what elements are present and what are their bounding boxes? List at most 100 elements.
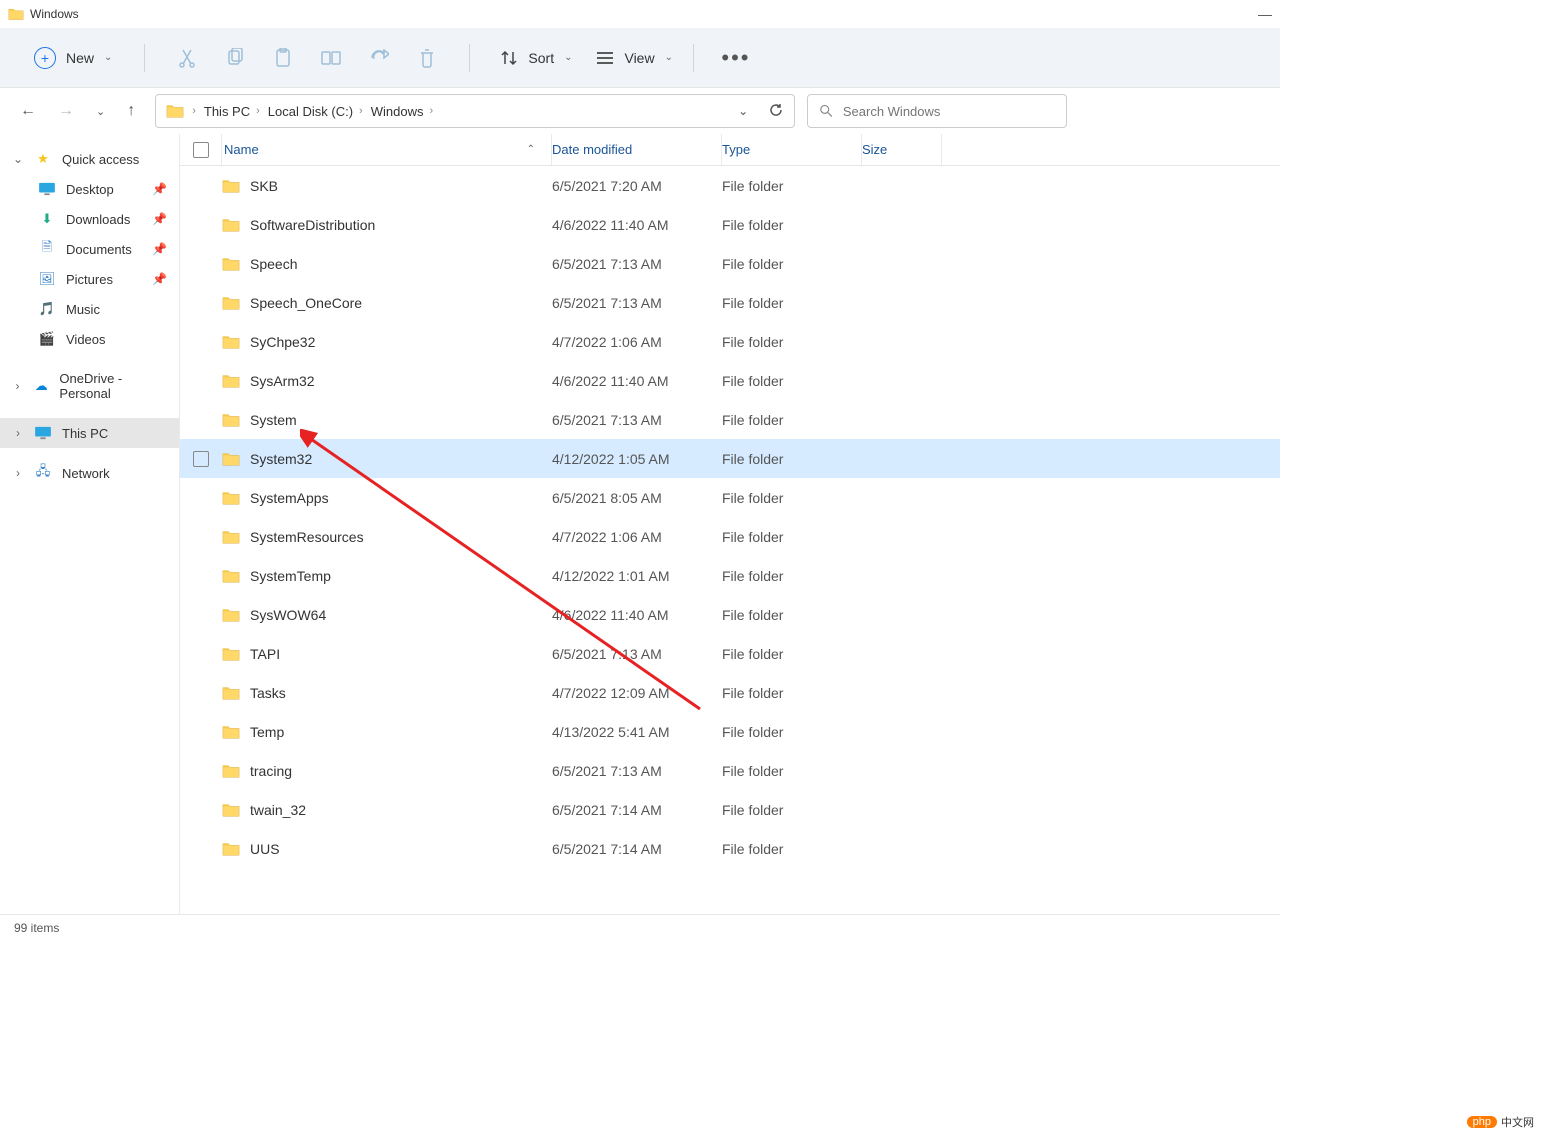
file-row[interactable]: Temp 4/13/2022 5:41 AM File folder xyxy=(180,712,1280,751)
minimize-button[interactable]: — xyxy=(1258,7,1272,21)
file-row[interactable]: SyChpe32 4/7/2022 1:06 AM File folder xyxy=(180,322,1280,361)
file-row[interactable]: System32 4/12/2022 1:05 AM File folder xyxy=(180,439,1280,478)
sidebar-item-network[interactable]: › 🖧 Network xyxy=(0,458,179,488)
header-type[interactable]: Type xyxy=(722,134,862,165)
file-type: File folder xyxy=(722,451,862,467)
file-name: Speech xyxy=(250,256,297,272)
sidebar-item-desktop[interactable]: Desktop 📌 xyxy=(0,174,179,204)
chevron-down-icon: ⌄ xyxy=(564,52,572,63)
file-row[interactable]: SystemApps 6/5/2021 8:05 AM File folder xyxy=(180,478,1280,517)
header-size[interactable]: Size xyxy=(862,134,942,165)
file-name: TAPI xyxy=(250,646,280,662)
header-name[interactable]: Name ⌃ xyxy=(222,134,552,165)
status-bar: 99 items xyxy=(0,914,1280,940)
sidebar-item-videos[interactable]: 🎬 Videos xyxy=(0,324,179,354)
file-date: 4/7/2022 1:06 AM xyxy=(552,529,722,545)
sidebar-item-onedrive[interactable]: › ☁ OneDrive - Personal xyxy=(0,364,179,408)
file-row[interactable]: Tasks 4/7/2022 12:09 AM File folder xyxy=(180,673,1280,712)
sidebar-item-label: Music xyxy=(66,302,100,317)
desktop-icon xyxy=(38,181,56,197)
view-button[interactable]: View ⌄ xyxy=(588,44,680,72)
sidebar-item-documents[interactable]: 🗎 Documents 📌 xyxy=(0,234,179,264)
breadcrumb-item[interactable]: Local Disk (C:)› xyxy=(268,104,363,119)
file-row[interactable]: SystemResources 4/7/2022 1:06 AM File fo… xyxy=(180,517,1280,556)
music-icon: 🎵 xyxy=(38,301,56,317)
header-checkbox[interactable] xyxy=(180,134,222,165)
folder-icon xyxy=(8,7,24,21)
nav-back-button[interactable]: ← xyxy=(20,102,36,120)
file-row[interactable]: Speech_OneCore 6/5/2021 7:13 AM File fol… xyxy=(180,283,1280,322)
folder-icon xyxy=(222,763,240,779)
file-date: 4/12/2022 1:01 AM xyxy=(552,568,722,584)
file-row[interactable]: twain_32 6/5/2021 7:14 AM File folder xyxy=(180,790,1280,829)
search-input[interactable] xyxy=(843,104,1054,119)
chevron-down-icon: ⌄ xyxy=(665,52,673,63)
header-label: Name xyxy=(224,142,259,157)
delete-icon[interactable] xyxy=(407,38,447,78)
breadcrumb-item[interactable]: This PC› xyxy=(204,104,260,119)
folder-icon xyxy=(222,334,240,350)
address-bar[interactable]: › This PC› Local Disk (C:)› Windows› ⌄ xyxy=(155,94,795,128)
file-row[interactable]: SystemTemp 4/12/2022 1:01 AM File folder xyxy=(180,556,1280,595)
sidebar-item-quick-access[interactable]: ⌄ ★ Quick access xyxy=(0,144,179,174)
view-label: View xyxy=(624,50,654,66)
cut-icon[interactable] xyxy=(167,38,207,78)
sidebar-item-label: Videos xyxy=(66,332,106,347)
videos-icon: 🎬 xyxy=(38,331,56,347)
sidebar-item-music[interactable]: 🎵 Music xyxy=(0,294,179,324)
rename-icon[interactable] xyxy=(311,38,351,78)
header-date[interactable]: Date modified xyxy=(552,134,722,165)
sidebar-item-downloads[interactable]: ⬇ Downloads 📌 xyxy=(0,204,179,234)
pin-icon: 📌 xyxy=(152,182,167,196)
breadcrumb-chevron[interactable]: › xyxy=(192,105,196,117)
nav-recent-button[interactable]: ⌄ xyxy=(96,105,105,118)
nav-up-button[interactable]: ↑ xyxy=(127,102,135,120)
file-row[interactable]: UUS 6/5/2021 7:14 AM File folder xyxy=(180,829,1280,868)
more-icon: ••• xyxy=(721,45,750,71)
file-row[interactable]: SKB 6/5/2021 7:20 AM File folder xyxy=(180,166,1280,205)
cloud-icon: ☁ xyxy=(33,378,49,394)
file-date: 4/6/2022 11:40 AM xyxy=(552,217,722,233)
file-type: File folder xyxy=(722,763,862,779)
file-type: File folder xyxy=(722,373,862,389)
file-name: tracing xyxy=(250,763,292,779)
pin-icon: 📌 xyxy=(152,272,167,286)
file-row[interactable]: Speech 6/5/2021 7:13 AM File folder xyxy=(180,244,1280,283)
star-icon: ★ xyxy=(34,151,52,167)
address-bar-row: ← → ⌄ ↑ › This PC› Local Disk (C:)› Wind… xyxy=(0,88,1280,134)
file-date: 4/12/2022 1:05 AM xyxy=(552,451,722,467)
row-checkbox[interactable] xyxy=(193,451,209,467)
paste-icon[interactable] xyxy=(263,38,303,78)
file-type: File folder xyxy=(722,334,862,350)
file-type: File folder xyxy=(722,685,862,701)
sort-button[interactable]: Sort ⌄ xyxy=(492,43,580,73)
file-row[interactable]: SoftwareDistribution 4/6/2022 11:40 AM F… xyxy=(180,205,1280,244)
breadcrumb-item[interactable]: Windows› xyxy=(371,104,433,119)
file-row[interactable]: SysArm32 4/6/2022 11:40 AM File folder xyxy=(180,361,1280,400)
copy-icon[interactable] xyxy=(215,38,255,78)
file-row[interactable]: SysWOW64 4/6/2022 11:40 AM File folder xyxy=(180,595,1280,634)
new-button[interactable]: + New ⌄ xyxy=(24,41,122,75)
address-dropdown-button[interactable]: ⌄ xyxy=(738,104,748,118)
sidebar-item-pictures[interactable]: 🖼 Pictures 📌 xyxy=(0,264,179,294)
folder-icon xyxy=(222,256,240,272)
watermark-text: 中文网 xyxy=(1501,1114,1534,1130)
search-box[interactable] xyxy=(807,94,1067,128)
refresh-button[interactable] xyxy=(768,102,784,121)
file-row[interactable]: System 6/5/2021 7:13 AM File folder xyxy=(180,400,1280,439)
new-label: New xyxy=(66,50,94,66)
file-date: 4/7/2022 1:06 AM xyxy=(552,334,722,350)
file-row[interactable]: TAPI 6/5/2021 7:13 AM File folder xyxy=(180,634,1280,673)
file-list: Name ⌃ Date modified Type Size SKB 6/5/2… xyxy=(180,134,1280,914)
more-button[interactable]: ••• xyxy=(716,38,756,78)
pc-icon xyxy=(34,425,52,441)
share-icon[interactable] xyxy=(359,38,399,78)
folder-icon xyxy=(222,217,240,233)
navigation-pane: ⌄ ★ Quick access Desktop 📌 ⬇ Downloads 📌… xyxy=(0,134,180,914)
chevron-down-icon: ⌄ xyxy=(104,52,112,63)
file-row[interactable]: tracing 6/5/2021 7:13 AM File folder xyxy=(180,751,1280,790)
chevron-right-icon: › xyxy=(12,379,23,393)
sidebar-item-this-pc[interactable]: › This PC xyxy=(0,418,179,448)
file-type: File folder xyxy=(722,217,862,233)
nav-forward-button[interactable]: → xyxy=(58,102,74,120)
